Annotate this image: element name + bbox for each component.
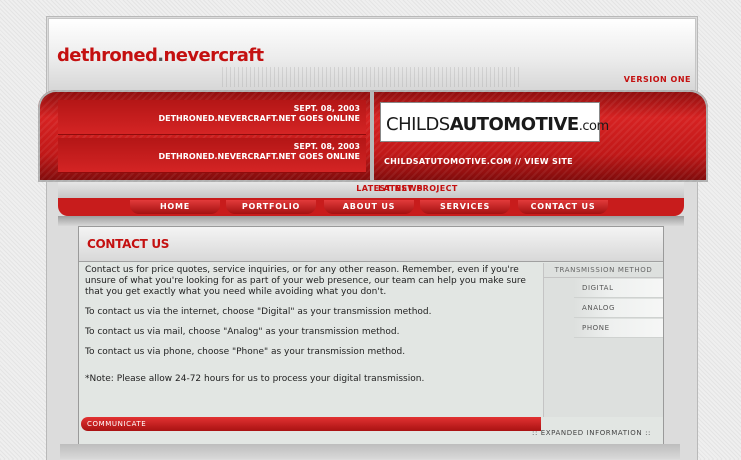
project-banner-text: CHILDSAUTOMOTIVE.com (386, 114, 609, 135)
news-date: SEPT. 08, 2003 (293, 142, 360, 151)
latest-news-box: SEPT. 08, 2003 DETHRONED.NEVERCRAFT.NET … (58, 94, 368, 178)
latest-project-box: CHILDSAUTOMOTIVE.com CHILDSATUTOMOTIVE.C… (376, 94, 686, 178)
sidebar-item-phone[interactable]: PHONE (574, 319, 663, 338)
nav-portfolio[interactable]: PORTFOLIO (226, 200, 316, 214)
news-headline: DETHRONED.NEVERCRAFT.NET GOES ONLINE (158, 114, 360, 123)
version-label: VERSION ONE (623, 75, 691, 84)
phone-paragraph: To contact us via phone, choose "Phone" … (85, 347, 406, 357)
sidebar-item-digital[interactable]: DIGITAL (574, 279, 663, 298)
transmission-sidebar: TRANSMISSION METHOD DIGITAL ANALOG PHONE (543, 263, 663, 417)
site-logo[interactable]: dethroned.nevercraft (57, 45, 264, 66)
news-item-text: SEPT. 08, 2003 DETHRONED.NEVERCRAFT.NET … (58, 104, 360, 124)
digital-paragraph: To contact us via the internet, choose "… (85, 307, 432, 317)
banner-text-c: .com (578, 119, 609, 134)
expanded-information-label: :: EXPANDED INFORMATION :: (531, 429, 651, 437)
content-body: Contact us for price quotes, service inq… (85, 265, 535, 394)
news-item[interactable]: SEPT. 08, 2003 DETHRONED.NEVERCRAFT.NET … (58, 138, 366, 173)
nav-shadow (58, 216, 684, 226)
main-nav: HOME PORTFOLIO ABOUT US SERVICES CONTACT… (58, 198, 684, 216)
project-view-site-link[interactable]: CHILDSATUTOMOTIVE.COM // VIEW SITE (384, 157, 573, 166)
banner-text-a: CHILDS (386, 114, 450, 135)
communicate-label: COMMUNICATE (87, 420, 147, 428)
sidebar-item-label: PHONE (582, 324, 610, 332)
analog-paragraph: To contact us via mail, choose "Analog" … (85, 327, 400, 337)
sidebar-item-analog[interactable]: ANALOG (574, 299, 663, 318)
header-texture (219, 67, 519, 87)
page-title: CONTACT US (87, 237, 170, 251)
logo-part1: dethroned (57, 45, 158, 66)
nav-home[interactable]: HOME (130, 200, 220, 214)
news-date: SEPT. 08, 2003 (293, 104, 360, 113)
logo-part2: nevercraft (163, 45, 265, 66)
site-header: dethroned.nevercraft VERSION ONE (48, 18, 696, 92)
intro-paragraph: Contact us for price quotes, service inq… (85, 265, 526, 297)
sidebar-item-label: DIGITAL (582, 284, 614, 292)
nav-about-us[interactable]: ABOUT US (324, 200, 414, 214)
nav-contact-us[interactable]: CONTACT US (518, 200, 608, 214)
latest-project-label: LATEST PROJECT (378, 184, 458, 193)
news-item[interactable]: SEPT. 08, 2003 DETHRONED.NEVERCRAFT.NET … (58, 100, 366, 135)
news-item-text: SEPT. 08, 2003 DETHRONED.NEVERCRAFT.NET … (58, 142, 360, 162)
note-paragraph: *Note: Please allow 24-72 hours for us t… (85, 374, 425, 384)
banner-text-b: AUTOMOTIVE (449, 114, 580, 135)
sidebar-heading: TRANSMISSION METHOD (544, 263, 663, 278)
nav-services[interactable]: SERVICES (420, 200, 510, 214)
content-panel: CONTACT US Contact us for price quotes, … (78, 226, 664, 446)
bottom-edge (60, 444, 680, 459)
content-title-bar: CONTACT US (79, 227, 663, 262)
communicate-bar: COMMUNICATE (81, 417, 541, 431)
sidebar-item-label: ANALOG (582, 304, 615, 312)
project-banner-image[interactable]: CHILDSAUTOMOTIVE.com (380, 102, 609, 142)
news-headline: DETHRONED.NEVERCRAFT.NET GOES ONLINE (158, 152, 360, 161)
